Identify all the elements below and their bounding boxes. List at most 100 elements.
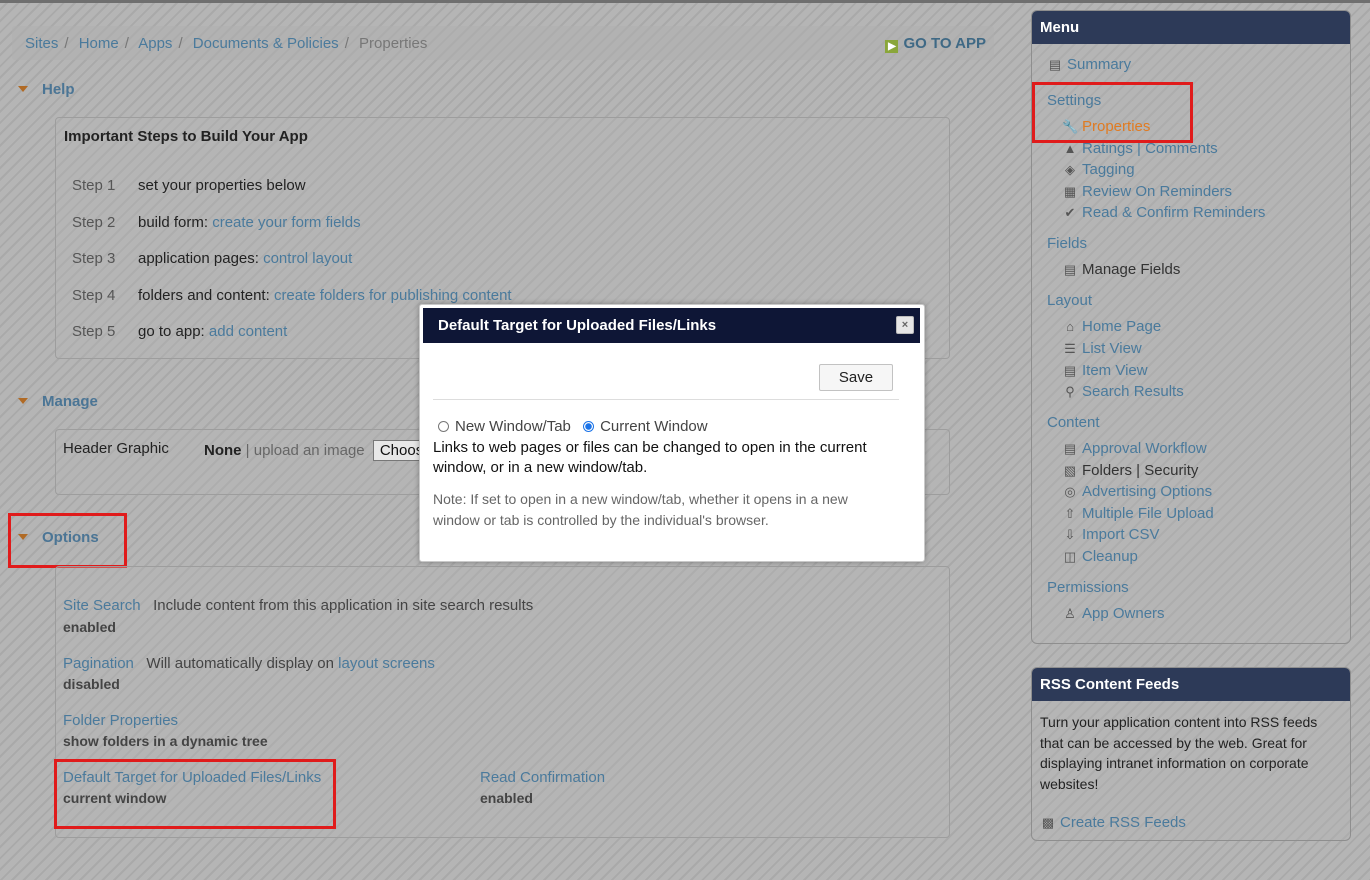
step-row: Step 5 go to app: add content [72, 323, 287, 340]
sidebar-item-item-view[interactable]: ▤ Item View [1062, 362, 1148, 379]
step-number: Step 1 [72, 177, 116, 194]
create-form-fields-link[interactable]: create your form fields [212, 214, 360, 231]
sidebar-item-tagging[interactable]: ◈ Tagging [1062, 161, 1135, 178]
arrow-right-icon: ▶ [885, 40, 899, 53]
target-icon: ◎ [1064, 484, 1076, 499]
read-confirmation-value: enabled [480, 790, 533, 806]
manage-section-toggle[interactable]: Manage [18, 393, 98, 410]
highlight-options [8, 513, 127, 568]
calendar-icon: ▦ [1063, 184, 1077, 199]
dialog-description: Links to web pages or files can be chang… [433, 439, 867, 476]
layout-screens-link[interactable]: layout screens [338, 655, 435, 672]
header-graphic-label: Header Graphic [63, 440, 169, 457]
tag-icon: ◈ [1065, 162, 1075, 177]
dialog-header: Default Target for Uploaded Files/Links … [423, 308, 920, 343]
site-search-link[interactable]: Site Search [63, 597, 141, 614]
breadcrumb-documents-policies[interactable]: Documents & Policies [193, 35, 339, 52]
step-text: application pages: [138, 250, 264, 267]
sidebar-section-content[interactable]: Content [1047, 414, 1100, 431]
sidebar-item-search-results[interactable]: ⚲ Search Results [1062, 383, 1183, 400]
folder-properties-link[interactable]: Folder Properties [63, 712, 178, 729]
document-icon: ▤ [1063, 262, 1077, 277]
step-number: Step 2 [72, 214, 116, 231]
new-window-label[interactable]: New Window/Tab [455, 418, 571, 435]
sidebar-item-approval-workflow[interactable]: ▤ Approval Workflow [1062, 440, 1207, 457]
header-graphic-value-row: None | upload an image Choose [204, 440, 439, 461]
add-content-link[interactable]: add content [209, 323, 287, 340]
save-button[interactable]: Save [819, 364, 893, 391]
sidebar-item-review-reminders[interactable]: ▦ Review On Reminders [1062, 183, 1232, 200]
sidebar-item-label: Item View [1082, 362, 1148, 379]
step-row: Step 3 application pages: control layout [72, 250, 352, 267]
import-icon: ⇩ [1064, 527, 1076, 542]
sidebar-item-label: Advertising Options [1082, 483, 1213, 500]
upload-image-link[interactable]: | upload an image [246, 442, 365, 459]
sidebar-section-fields[interactable]: Fields [1047, 235, 1087, 252]
close-icon[interactable]: × [896, 316, 914, 334]
sidebar-item-advertising-options[interactable]: ◎ Advertising Options [1062, 483, 1212, 500]
sidebar-item-label: List View [1082, 340, 1142, 357]
sidebar-section-permissions[interactable]: Permissions [1047, 579, 1129, 596]
menu-title: Menu [1032, 11, 1350, 44]
sidebar-item-label: Multiple File Upload [1082, 505, 1214, 522]
site-search-row: Site Search Include content from this ap… [63, 597, 533, 614]
pagination-link[interactable]: Pagination [63, 655, 134, 672]
sidebar-item-label: Summary [1067, 56, 1132, 73]
breadcrumb: Sites / Home / Apps / Documents & Policies /… [12, 26, 994, 60]
step-number: Step 5 [72, 323, 116, 340]
sidebar-item-cleanup[interactable]: ◫ Cleanup [1062, 548, 1138, 565]
home-icon: ⌂ [1066, 319, 1074, 334]
sidebar-item-label: Tagging [1082, 161, 1135, 178]
sidebar-item-multiple-file-upload[interactable]: ⇧ Multiple File Upload [1062, 505, 1214, 522]
create-rss-feeds-link[interactable]: ▩ Create RSS Feeds [1040, 814, 1186, 831]
site-search-value: enabled [63, 619, 116, 635]
go-to-app-link[interactable]: ▶ GO TO APP [885, 35, 986, 53]
current-window-label[interactable]: Current Window [600, 418, 708, 435]
step-row: Step 2 build form: create your form field… [72, 214, 361, 231]
step-row: Step 4 folders and content: create folder… [72, 287, 512, 304]
pagination-row: Pagination Will automatically display on… [63, 655, 435, 672]
breadcrumb-home[interactable]: Home [79, 35, 119, 52]
sidebar-item-import-csv[interactable]: ⇩ Import CSV [1062, 526, 1160, 543]
help-heading: Help [42, 81, 75, 98]
sidebar-item-folders-security[interactable]: ▧ Folders | Security [1062, 462, 1199, 479]
sidebar-item-label: Manage Fields [1082, 261, 1181, 278]
dialog-title: Default Target for Uploaded Files/Links [438, 317, 717, 334]
create-folders-link[interactable]: create folders for publishing content [274, 287, 512, 304]
step-row: Step 1 set your properties below [72, 177, 306, 194]
collapse-triangle-icon [18, 86, 28, 92]
rss-description: Turn your application content into RSS f… [1040, 714, 1318, 792]
folder-properties-value: show folders in a dynamic tree [63, 733, 268, 749]
sidebar-item-label: Home Page [1082, 318, 1162, 335]
pagination-desc: Will automatically display on [146, 655, 339, 672]
highlight-default-target [54, 759, 336, 829]
trash-icon: ◫ [1063, 549, 1077, 564]
sidebar-section-layout[interactable]: Layout [1047, 292, 1092, 309]
sidebar-item-label: Read & Confirm Reminders [1082, 204, 1266, 221]
current-window-radio[interactable] [583, 421, 595, 432]
new-window-radio[interactable] [438, 421, 449, 432]
target-radio-group: New Window/Tab Current Window [438, 418, 708, 435]
rss-icon: ▩ [1041, 815, 1055, 830]
help-section-toggle[interactable]: Help [18, 81, 75, 98]
manage-heading: Manage [42, 393, 98, 410]
sidebar-item-manage-fields[interactable]: ▤ Manage Fields [1062, 261, 1181, 278]
step-number: Step 3 [72, 250, 116, 267]
search-icon: ⚲ [1065, 384, 1075, 399]
breadcrumb-sites[interactable]: Sites [25, 35, 58, 52]
sidebar-item-summary[interactable]: ▤ Summary [1047, 56, 1131, 73]
page-icon: ▤ [1063, 363, 1077, 378]
control-layout-link[interactable]: control layout [263, 250, 352, 267]
check-circle-icon: ✔ [1064, 205, 1076, 220]
workflow-icon: ▤ [1063, 441, 1077, 456]
breadcrumb-current: Properties [359, 35, 428, 52]
step-text: go to app: [138, 323, 209, 340]
sidebar-item-app-owners[interactable]: ♙ App Owners [1062, 605, 1165, 622]
sidebar-item-home-page[interactable]: ⌂ Home Page [1062, 318, 1161, 335]
read-confirmation-link[interactable]: Read Confirmation [480, 769, 605, 786]
breadcrumb-apps[interactable]: Apps [138, 35, 172, 52]
sidebar-item-list-view[interactable]: ☰ List View [1062, 340, 1142, 357]
sidebar-item-read-confirm-reminders[interactable]: ✔ Read & Confirm Reminders [1062, 204, 1266, 221]
dialog-note: Note: If set to open in a new window/tab… [433, 491, 848, 528]
sidebar-item-label: App Owners [1082, 605, 1165, 622]
